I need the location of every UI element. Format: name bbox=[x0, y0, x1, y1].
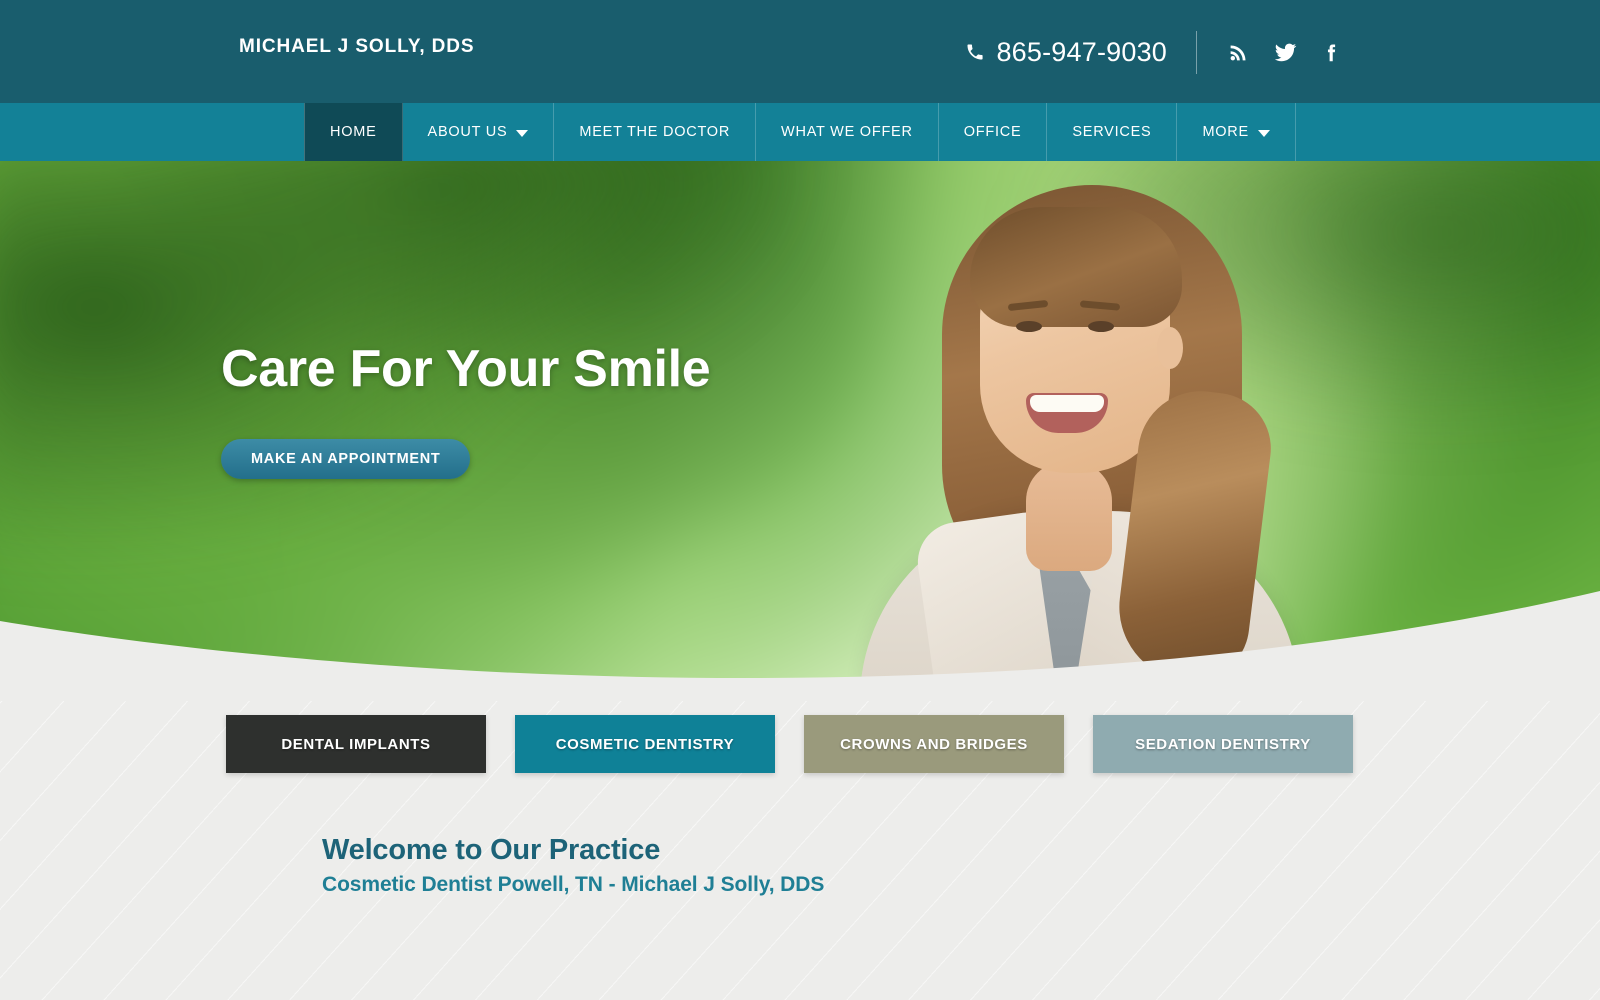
tile-label: COSMETIC DENTISTRY bbox=[555, 735, 735, 753]
nav-item-services[interactable]: SERVICES bbox=[1047, 103, 1178, 161]
welcome-subheading: Cosmetic Dentist Powell, TN - Michael J … bbox=[322, 873, 825, 896]
hero-wave-divider bbox=[0, 591, 1600, 701]
portrait-neck bbox=[1026, 461, 1112, 571]
phone-link[interactable]: 865-947-9030 bbox=[965, 37, 1167, 68]
hero-content: Care For Your Smile MAKE AN APPOINTMENT bbox=[221, 339, 711, 479]
content-section: DENTAL IMPLANTS COSMETIC DENTISTRY CROWN… bbox=[0, 701, 1600, 1000]
chevron-down-icon bbox=[1257, 129, 1270, 137]
welcome-heading: Welcome to Our Practice bbox=[322, 834, 661, 866]
hero-banner: Care For Your Smile MAKE AN APPOINTMENT bbox=[0, 161, 1600, 701]
make-appointment-button[interactable]: MAKE AN APPOINTMENT bbox=[221, 439, 471, 479]
nav-item-what-we-offer[interactable]: WHAT WE OFFER bbox=[756, 103, 939, 161]
nav-label: SERVICES bbox=[1072, 124, 1152, 140]
nav-label: OFFICE bbox=[963, 124, 1022, 140]
portrait-eye-left bbox=[1016, 321, 1042, 332]
service-tile-dental-implants[interactable]: DENTAL IMPLANTS bbox=[226, 715, 486, 773]
brand-logo[interactable]: MICHAEL J SOLLY, DDS bbox=[239, 36, 475, 58]
social-links bbox=[1225, 39, 1345, 67]
portrait-teeth bbox=[1030, 395, 1104, 412]
main-navigation: HOME ABOUT US MEET THE DOCTOR WHAT WE OF… bbox=[0, 103, 1600, 161]
welcome-block: Welcome to Our Practice Cosmetic Dentist… bbox=[322, 834, 824, 897]
chevron-down-icon bbox=[516, 129, 529, 137]
nav-label: HOME bbox=[330, 124, 377, 140]
tile-label: CROWNS AND BRIDGES bbox=[840, 735, 1028, 753]
nav-label: MORE bbox=[1202, 124, 1249, 140]
nav-item-about-us[interactable]: ABOUT US bbox=[403, 103, 555, 161]
facebook-icon[interactable] bbox=[1319, 39, 1345, 67]
service-tile-cosmetic-dentistry[interactable]: COSMETIC DENTISTRY bbox=[515, 715, 775, 773]
tile-label: DENTAL IMPLANTS bbox=[281, 735, 431, 753]
nav-label: MEET THE DOCTOR bbox=[579, 124, 731, 140]
portrait-ear bbox=[1157, 327, 1183, 369]
hero-title: Care For Your Smile bbox=[221, 340, 711, 398]
nav-item-office[interactable]: OFFICE bbox=[939, 103, 1048, 161]
header-divider bbox=[1196, 31, 1197, 74]
nav-item-home[interactable]: HOME bbox=[304, 103, 403, 161]
service-tile-crowns-and-bridges[interactable]: CROWNS AND BRIDGES bbox=[804, 715, 1064, 773]
rss-icon[interactable] bbox=[1225, 39, 1251, 67]
nav-items: HOME ABOUT US MEET THE DOCTOR WHAT WE OF… bbox=[304, 103, 1296, 161]
service-tile-sedation-dentistry[interactable]: SEDATION DENTISTRY bbox=[1093, 715, 1353, 773]
twitter-icon[interactable] bbox=[1272, 39, 1298, 67]
nav-label: ABOUT US bbox=[427, 124, 508, 140]
phone-icon bbox=[965, 42, 985, 64]
header-contact-area: 865-947-9030 bbox=[965, 31, 1345, 74]
service-tiles: DENTAL IMPLANTS COSMETIC DENTISTRY CROWN… bbox=[226, 715, 1353, 773]
tile-label: SEDATION DENTISTRY bbox=[1135, 735, 1311, 753]
phone-number[interactable]: 865-947-9030 bbox=[996, 37, 1167, 68]
site-header: MICHAEL J SOLLY, DDS 865-947-9030 bbox=[0, 0, 1600, 103]
portrait-hair-front bbox=[970, 207, 1182, 327]
nav-label: WHAT WE OFFER bbox=[781, 124, 913, 140]
nav-item-more[interactable]: MORE bbox=[1177, 103, 1296, 161]
portrait-eye-right bbox=[1088, 321, 1114, 332]
nav-item-meet-the-doctor[interactable]: MEET THE DOCTOR bbox=[554, 103, 757, 161]
